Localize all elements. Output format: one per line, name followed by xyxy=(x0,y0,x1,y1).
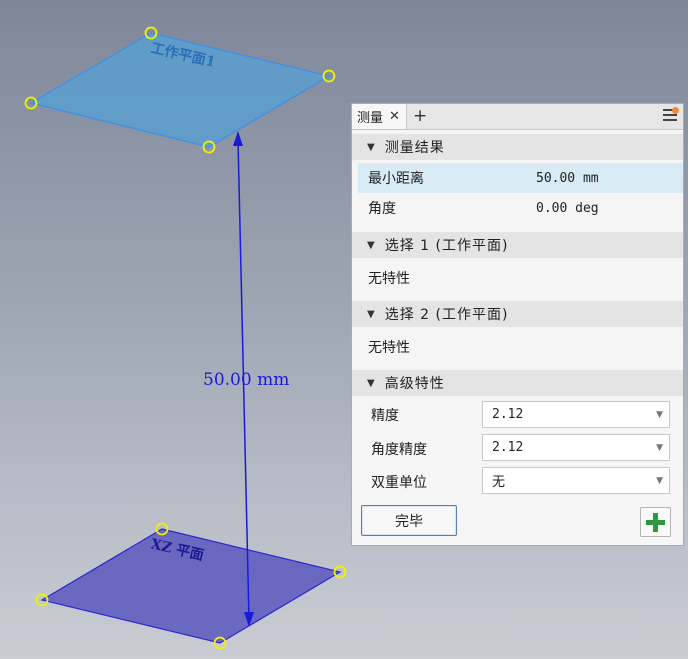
section-title: 高级特性 xyxy=(384,376,445,392)
angle-precision-dropdown[interactable]: 2.12 ▼ xyxy=(482,434,670,461)
result-label: 角度 xyxy=(368,201,396,217)
result-row-angle[interactable]: 角度 0.00 deg xyxy=(358,193,683,223)
green-plus-icon xyxy=(646,513,665,532)
section-title: 选择 1 (工作平面) xyxy=(384,238,509,254)
collapse-triangle-icon: ▼ xyxy=(367,377,375,389)
dropdown-value: 2.12 xyxy=(492,407,524,422)
dropdown-value: 2.12 xyxy=(492,440,524,455)
panel-tab-bar: 测量 ✕ + xyxy=(352,104,683,130)
tab-measure[interactable]: 测量 ✕ xyxy=(352,104,407,129)
notification-dot xyxy=(672,107,679,114)
add-measure-button[interactable] xyxy=(640,507,671,537)
result-value: 0.00 deg xyxy=(536,200,599,216)
section-selection1-header[interactable]: ▼ 选择 1 (工作平面) xyxy=(352,232,683,258)
dropdown-arrow-icon: ▼ xyxy=(656,443,663,453)
measure-panel: 测量 ✕ + ▼ 测量结果 最小距离 50.00 mm 角度 0.00 deg … xyxy=(351,103,684,546)
dropdown-arrow-icon: ▼ xyxy=(656,410,663,420)
section-advanced-header[interactable]: ▼ 高级特性 xyxy=(352,370,683,396)
section-results-header[interactable]: ▼ 测量结果 xyxy=(352,134,683,160)
tab-measure-label: 测量 xyxy=(357,111,384,126)
dropdown-arrow-icon: ▼ xyxy=(656,476,663,486)
plus-icon[interactable]: + xyxy=(413,106,427,126)
done-button[interactable]: 完毕 xyxy=(361,505,457,536)
dual-unit-label: 双重单位 xyxy=(371,475,427,491)
dimension-arrow-top xyxy=(233,131,243,146)
section-title: 选择 2 (工作平面) xyxy=(384,307,509,323)
angle-precision-label: 角度精度 xyxy=(371,442,427,458)
collapse-triangle-icon: ▼ xyxy=(367,308,375,320)
section-title: 测量结果 xyxy=(384,140,445,156)
dual-unit-dropdown[interactable]: 无 ▼ xyxy=(482,467,670,494)
result-row-min-distance[interactable]: 最小距离 50.00 mm xyxy=(358,163,683,193)
dimension-value: 50.00 mm xyxy=(203,370,289,390)
collapse-triangle-icon: ▼ xyxy=(367,141,375,153)
result-value: 50.00 mm xyxy=(536,170,599,186)
dropdown-value: 无 xyxy=(492,475,506,490)
precision-label: 精度 xyxy=(371,408,399,424)
result-label: 最小距离 xyxy=(368,171,424,187)
selection2-content: 无特性 xyxy=(368,340,410,356)
precision-dropdown[interactable]: 2.12 ▼ xyxy=(482,401,670,428)
close-icon[interactable]: ✕ xyxy=(389,109,400,124)
collapse-triangle-icon: ▼ xyxy=(367,239,375,251)
selection1-content: 无特性 xyxy=(368,271,410,287)
section-selection2-header[interactable]: ▼ 选择 2 (工作平面) xyxy=(352,301,683,327)
